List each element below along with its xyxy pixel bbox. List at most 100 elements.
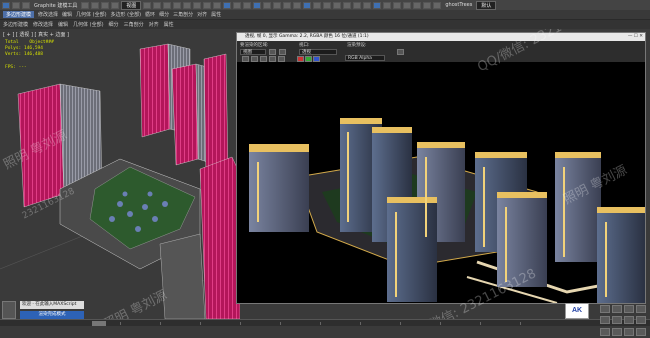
snap-icon[interactable] [143, 1, 152, 9]
schematic-icon[interactable] [213, 1, 222, 9]
ribbon-tab-4[interactable]: 多边形 (全部) [111, 11, 142, 18]
rendered-night-scene [237, 62, 645, 303]
ribbon-panel: 多边形建模 修改选择 编辑 几何体 (全部) 细分 三角剖分 对齐 属性 [0, 20, 650, 29]
play-icon[interactable] [624, 327, 634, 336]
ribbon-tab-7[interactable]: 三角剖分 [173, 11, 193, 18]
tool-icon-d[interactable] [293, 1, 302, 9]
timeline-tick [320, 322, 321, 325]
undo-icon[interactable] [12, 1, 20, 9]
align-icon[interactable] [183, 1, 192, 9]
render-window-title: 透视, 帧 0, 显示 Gamma: 2.2, RGBA 颜色 16 位/通道 … [237, 33, 645, 41]
rendered-frame-window[interactable]: 透视, 帧 0, 显示 Gamma: 2.2, RGBA 颜色 16 位/通道 … [236, 32, 646, 304]
zoom-extents-icon[interactable] [624, 305, 634, 313]
workspace-label[interactable]: ghostTrees [443, 2, 474, 8]
tool-icon-p[interactable] [413, 1, 422, 9]
render-icon[interactable] [253, 1, 262, 9]
zoom-extents-all-icon[interactable] [636, 305, 646, 313]
tool-icon-m[interactable] [383, 1, 392, 9]
brand-logo: AK [565, 303, 589, 319]
timeline-tick [520, 322, 521, 325]
menu-item-0[interactable]: 多边形建模 [3, 21, 28, 28]
key-mode-icon[interactable] [612, 327, 622, 336]
app-menu-icon[interactable] [2, 1, 10, 9]
tool-icon-c[interactable] [283, 1, 292, 9]
tool-icon-a[interactable] [263, 1, 272, 9]
tool-icon-g[interactable] [323, 1, 332, 9]
ribbon-tab-5[interactable]: 循环 [145, 11, 155, 18]
tool-icon-k[interactable] [363, 1, 372, 9]
render-area-label: 要渲染的区域: [240, 43, 269, 48]
tool-icon-h[interactable] [333, 1, 342, 9]
ribbon-tab-6[interactable]: 细分 [159, 11, 169, 18]
window-controls[interactable]: — ☐ ✕ [628, 33, 643, 41]
tool-icon-f[interactable] [313, 1, 322, 9]
tool-icon-b[interactable] [273, 1, 282, 9]
perspective-viewport[interactable]: [ + ] [ 透视 ] [ 真实 + 边面 ] Total Object###… [0, 29, 650, 319]
tool-icon-n[interactable] [393, 1, 402, 9]
tool-icon-l[interactable] [373, 1, 382, 9]
rotate-icon[interactable] [101, 1, 110, 9]
render-window-title-text: 透视, 帧 0, 显示 Gamma: 2.2, RGBA 颜色 16 位/通道 … [245, 34, 369, 39]
move-icon[interactable] [91, 1, 100, 9]
scale-icon[interactable] [111, 1, 120, 9]
status-bar: 欢迎 · 在此输入MAXScript 渲染完成模式 [0, 301, 650, 338]
tool-icon-j[interactable] [353, 1, 362, 9]
ribbon-tab-0[interactable]: 多边形建模 [3, 11, 35, 18]
tool-icon-q[interactable] [423, 1, 432, 9]
viewport-navigation [600, 305, 648, 337]
tool-icon-r[interactable] [433, 1, 442, 9]
angle-snap-icon[interactable] [153, 1, 162, 9]
viewport-select-dropdown[interactable]: 透视 [299, 49, 337, 55]
timeline-tick [160, 322, 161, 325]
percent-snap-icon[interactable] [163, 1, 172, 9]
maxscript-input[interactable]: 欢迎 · 在此输入MAXScript [20, 301, 84, 309]
render-setup-icon[interactable] [233, 1, 242, 9]
viewport-label[interactable]: [ + ] [ 透视 ] [ 真实 + 边面 ] [3, 31, 69, 38]
timeline-tick [240, 322, 241, 325]
next-frame-icon[interactable] [636, 327, 646, 336]
material-editor-icon[interactable] [223, 1, 232, 9]
render-frame-icon[interactable] [243, 1, 252, 9]
curve-editor-icon[interactable] [203, 1, 212, 9]
channel-display-dropdown[interactable]: RGB Alpha [345, 55, 385, 61]
render-button-icon[interactable] [397, 49, 404, 55]
ribbon-tabs: 多边形建模 修改选择 编辑 几何体 (全部) 多边形 (全部) 循环 细分 三角… [0, 10, 650, 20]
viewport-select-label: 视口: [299, 43, 310, 48]
maxscript-listener-icon[interactable] [2, 301, 16, 319]
timeline-tick [120, 322, 121, 325]
main-toolbar: Graphite 建模工具 视图 ghostTrees 默认 [0, 0, 650, 10]
ribbon-tab-2[interactable]: 编辑 [62, 11, 72, 18]
menu-item-5[interactable]: 三角剖分 [124, 21, 144, 28]
tool-icon-o[interactable] [403, 1, 412, 9]
menu-item-2[interactable]: 编辑 [58, 21, 68, 28]
menu-item-7[interactable]: 属性 [164, 21, 174, 28]
zoom-icon[interactable] [600, 305, 610, 313]
menu-item-4[interactable]: 细分 [109, 21, 119, 28]
orbit-icon[interactable] [624, 316, 634, 325]
tool-icon-i[interactable] [343, 1, 352, 9]
edit-region-icon[interactable] [269, 49, 276, 55]
ribbon-tab-9[interactable]: 属性 [211, 11, 221, 18]
tool-icon-e[interactable] [303, 1, 312, 9]
timeline-tick [200, 322, 201, 325]
zoom-all-icon[interactable] [612, 305, 622, 313]
time-config-icon[interactable] [600, 327, 610, 336]
menu-item-1[interactable]: 修改选择 [33, 21, 53, 28]
ribbon-tab-1[interactable]: 修改选择 [38, 11, 58, 18]
graphite-tools-label[interactable]: Graphite 建模工具 [32, 2, 79, 9]
layer-icon[interactable] [193, 1, 202, 9]
ribbon-tab-8[interactable]: 对齐 [197, 11, 207, 18]
pan-icon[interactable] [612, 316, 622, 325]
auto-region-icon[interactable] [279, 49, 286, 55]
redo-icon[interactable] [22, 1, 30, 9]
select-icon[interactable] [81, 1, 90, 9]
mirror-icon[interactable] [173, 1, 182, 9]
render-area-dropdown[interactable]: 视图 [240, 49, 266, 55]
view-dropdown[interactable]: 视图 [121, 0, 142, 10]
menu-item-3[interactable]: 几何体 (全部) [73, 21, 104, 28]
maximize-viewport-icon[interactable] [636, 316, 646, 325]
menu-item-6[interactable]: 对齐 [149, 21, 159, 28]
workspace-dropdown[interactable]: 默认 [476, 0, 497, 10]
field-of-view-icon[interactable] [600, 316, 610, 325]
ribbon-tab-3[interactable]: 几何体 (全部) [76, 11, 107, 18]
